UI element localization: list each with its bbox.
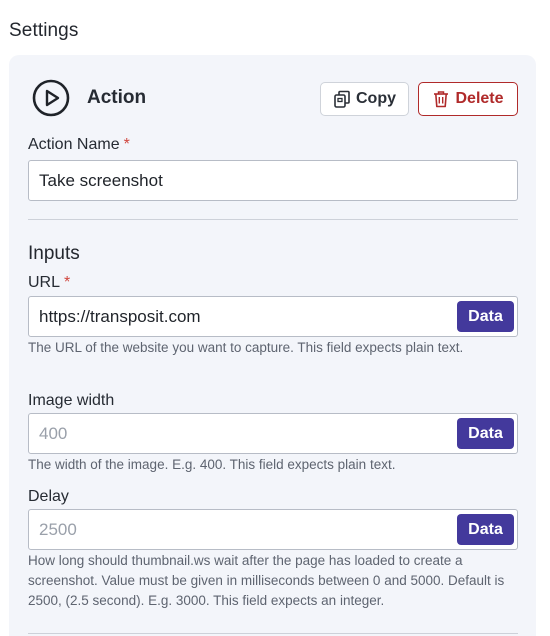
delay-help-text: How long should thumbnail.ws wait after … (28, 553, 505, 608)
action-name-value: Take screenshot (39, 170, 163, 190)
required-mark: * (123, 136, 130, 153)
divider (28, 219, 518, 220)
image-width-label: Image width (28, 392, 115, 409)
action-name-input[interactable]: Take screenshot (28, 160, 518, 201)
action-title: Action (87, 87, 147, 108)
copy-button[interactable]: Copy (320, 82, 409, 116)
image-width-data-button[interactable]: Data (457, 418, 514, 449)
copy-icon (334, 90, 350, 108)
copy-button-label: Copy (356, 90, 396, 107)
delay-label: Delay (28, 488, 69, 505)
delay-data-button[interactable]: Data (457, 514, 514, 545)
image-width-help-text: The width of the image. E.g. 400. This f… (28, 457, 396, 472)
delay-placeholder: 2500 (39, 519, 77, 539)
delete-button[interactable]: Delete (418, 82, 518, 116)
action-name-label: Action Name * (28, 136, 130, 153)
url-input[interactable]: https://transposit.com Data (28, 296, 518, 337)
action-header: Action (32, 79, 146, 117)
url-value: https://transposit.com (39, 306, 201, 326)
divider (28, 633, 518, 634)
action-panel: Action Copy Delete Action Name * Take scr… (9, 55, 536, 636)
url-help-text: The URL of the website you want to captu… (28, 340, 464, 355)
url-data-button[interactable]: Data (457, 301, 514, 332)
page-title: Settings (9, 20, 79, 41)
delete-button-label: Delete (455, 90, 504, 107)
image-width-input[interactable]: 400 Data (28, 413, 518, 454)
trash-icon (434, 91, 449, 108)
inputs-section-title: Inputs (28, 243, 80, 264)
image-width-placeholder: 400 (39, 423, 68, 443)
play-circle-icon (32, 79, 70, 117)
delay-input[interactable]: 2500 Data (28, 509, 518, 550)
url-label: URL * (28, 274, 71, 291)
required-mark: * (64, 274, 71, 291)
